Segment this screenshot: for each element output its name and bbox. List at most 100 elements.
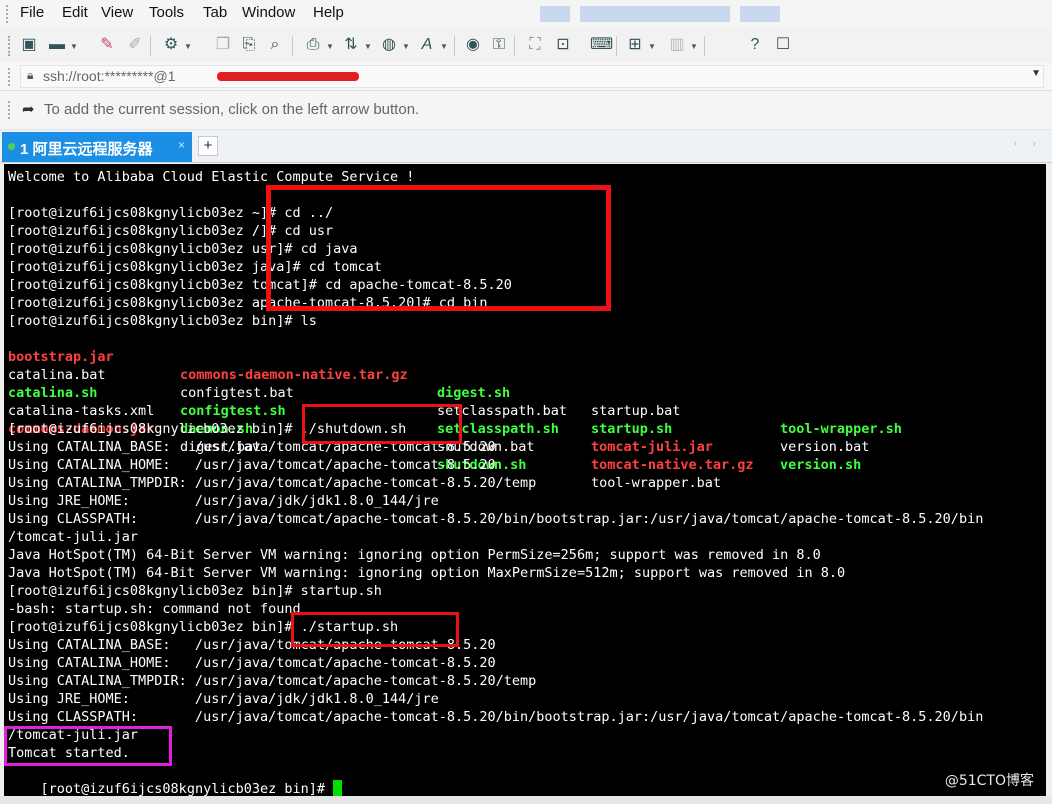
ls-entry: tool-wrapper.bat: [591, 475, 722, 491]
terminal-line: [root@izuf6ijcs08kgnylicb03ez bin]# star…: [8, 583, 382, 599]
ls-entry: version.bat: [780, 439, 870, 455]
hint-text: To add the current session, click on the…: [44, 101, 420, 118]
menu-bar: File Edit View Tools Tab Window Help: [0, 0, 1052, 28]
ls-row: catalina.sh configtest.sh setclasspath.s…: [8, 366, 1038, 473]
paste-icon[interactable]: ⎘: [238, 35, 260, 55]
font-icon[interactable]: A: [416, 35, 438, 55]
chat-icon[interactable]: ☐: [772, 35, 794, 55]
new-session-icon[interactable]: ▣: [18, 35, 40, 55]
ls-entry: startup.sh: [591, 421, 673, 437]
tab-label: 1 阿里云远程服务器: [20, 141, 153, 158]
terminal-line: Using CATALINA_TMPDIR: /usr/java/tomcat/…: [8, 475, 537, 491]
chevron-down-icon[interactable]: ▼: [70, 42, 78, 51]
cursor: [333, 780, 343, 796]
terminal-line: Using JRE_HOME: /usr/java/jdk/jdk1.8.0_1…: [8, 493, 439, 509]
transfer-icon[interactable]: ⇅: [340, 35, 362, 55]
terminal-line: Using JRE_HOME: /usr/java/jdk/jdk1.8.0_1…: [8, 691, 439, 707]
chevron-down-icon[interactable]: ▼: [326, 42, 334, 51]
highlight-box-startup: [291, 612, 459, 647]
chevron-down-icon[interactable]: ▼: [648, 42, 656, 51]
print-icon[interactable]: ⎙: [302, 35, 324, 55]
chevron-down-icon[interactable]: ▼: [1031, 68, 1041, 79]
terminal-line: -bash: startup.sh: command not found: [8, 601, 301, 617]
address-input[interactable]: 🔒︎ ssh://root:*********@1 ▼: [20, 65, 1044, 88]
terminal-line: Using CLASSPATH: /usr/java/tomcat/apache…: [8, 511, 984, 527]
session-hint-bar: ➦ To add the current session, click on t…: [0, 91, 1052, 130]
menu-help[interactable]: Help: [313, 4, 344, 21]
highlight-box-tomcat-started: [4, 726, 172, 766]
ls-row: commons-daemon.jar digest.bat shutdown.s…: [8, 402, 1038, 491]
menu-file[interactable]: File: [20, 4, 44, 21]
address-grip: [8, 68, 10, 86]
prompt-text: [root@izuf6ijcs08kgnylicb03ez bin]#: [40, 781, 334, 796]
terminal-line: Java HotSpot(TM) 64-Bit Server VM warnin…: [8, 565, 846, 581]
highlight-box-shutdown: [302, 404, 462, 444]
toolbar-separator: [454, 36, 455, 56]
blurred-title: [740, 6, 780, 22]
chevron-down-icon[interactable]: ▼: [364, 42, 372, 51]
redaction-mark: [217, 72, 359, 81]
connect-icon[interactable]: ✎: [96, 35, 118, 55]
open-folder-icon[interactable]: ▬: [46, 35, 68, 55]
toolbar-separator: [704, 36, 705, 56]
compose-icon[interactable]: ⊞: [624, 35, 646, 55]
chevron-down-icon[interactable]: ▼: [402, 42, 410, 51]
ls-row: catalina.bat configtest.bat setclasspath…: [8, 348, 1038, 455]
blurred-title: [580, 6, 730, 22]
terminal-welcome: Welcome to Alibaba Cloud Elastic Compute…: [8, 169, 415, 185]
find-icon[interactable]: ⌕: [264, 35, 286, 55]
close-icon[interactable]: ×: [178, 138, 185, 152]
menu-tools[interactable]: Tools: [149, 4, 184, 21]
add-session-arrow-icon[interactable]: ➦: [22, 100, 35, 118]
terminal-line: [root@izuf6ijcs08kgnylicb03ez bin]# ls: [8, 313, 317, 329]
terminal-line: Using CATALINA_HOME: /usr/java/tomcat/ap…: [8, 457, 496, 473]
fullscreen-icon[interactable]: ⛶: [524, 35, 546, 55]
sftp-icon[interactable]: ◉: [462, 35, 484, 55]
terminal[interactable]: Welcome to Alibaba Cloud Elastic Compute…: [4, 164, 1046, 796]
properties-icon[interactable]: ⚙: [160, 35, 182, 55]
toolbar-grip: [8, 36, 10, 56]
keyboard-icon[interactable]: ⌨: [590, 35, 613, 55]
status-strip: [0, 796, 1052, 804]
terminal-line: Using CATALINA_HOME: /usr/java/tomcat/ap…: [8, 655, 496, 671]
connected-status-icon: [8, 143, 15, 150]
add-tab-button[interactable]: +: [198, 136, 218, 156]
copy-icon[interactable]: ❐: [212, 35, 234, 55]
help-icon[interactable]: ?: [744, 35, 766, 55]
menu-window[interactable]: Window: [242, 4, 295, 21]
ls-entry: tool-wrapper.sh: [780, 421, 902, 437]
menu-edit[interactable]: Edit: [62, 4, 88, 21]
terminal-line: Using CLASSPATH: /usr/java/tomcat/apache…: [8, 709, 984, 725]
layout-icon[interactable]: ▥: [666, 35, 688, 55]
chevron-down-icon[interactable]: ▼: [690, 42, 698, 51]
toolbar-separator: [514, 36, 515, 56]
key-icon[interactable]: ⚿: [488, 35, 510, 55]
ls-row: catalina-tasks.xml daemon.sh shutdown.ba…: [8, 384, 1038, 473]
terminal-line: Using CATALINA_TMPDIR: /usr/java/tomcat/…: [8, 673, 537, 689]
hint-grip: [8, 101, 10, 119]
lock-icon: 🔒︎: [27, 68, 34, 82]
highlight-box-cd-commands: [266, 185, 611, 311]
blurred-title: [540, 6, 570, 22]
ls-row: bootstrap.jar commons-daemon-native.tar.…: [8, 330, 1038, 437]
watermark: @51CTO博客: [944, 773, 1034, 789]
chevron-down-icon[interactable]: ▼: [440, 42, 448, 51]
address-text: ssh://root:*********@1: [43, 68, 176, 84]
globe-icon[interactable]: ◍: [378, 35, 400, 55]
tab-scroll-arrows[interactable]: ‹ ›: [1014, 138, 1042, 150]
menu-tab[interactable]: Tab: [203, 4, 227, 21]
tab-bar: 1 阿里云远程服务器 × + ‹ ›: [0, 130, 1052, 163]
lock-icon[interactable]: ⊡: [552, 35, 574, 55]
menu-grip: [6, 5, 10, 23]
toolbar-separator: [616, 36, 617, 56]
terminal-line: Java HotSpot(TM) 64-Bit Server VM warnin…: [8, 547, 821, 563]
menu-view[interactable]: View: [101, 4, 133, 21]
disconnect-icon[interactable]: ✐: [124, 35, 146, 55]
ls-entry: tomcat-juli.jar: [591, 439, 713, 455]
tab-session-1[interactable]: 1 阿里云远程服务器 ×: [2, 132, 192, 162]
ls-entry: version.sh: [780, 457, 862, 473]
chevron-down-icon[interactable]: ▼: [184, 42, 192, 51]
address-bar: 🔒︎ ssh://root:*********@1 ▼: [0, 62, 1052, 91]
toolbar-separator: [292, 36, 293, 56]
terminal-line: /tomcat-juli.jar: [8, 529, 139, 545]
